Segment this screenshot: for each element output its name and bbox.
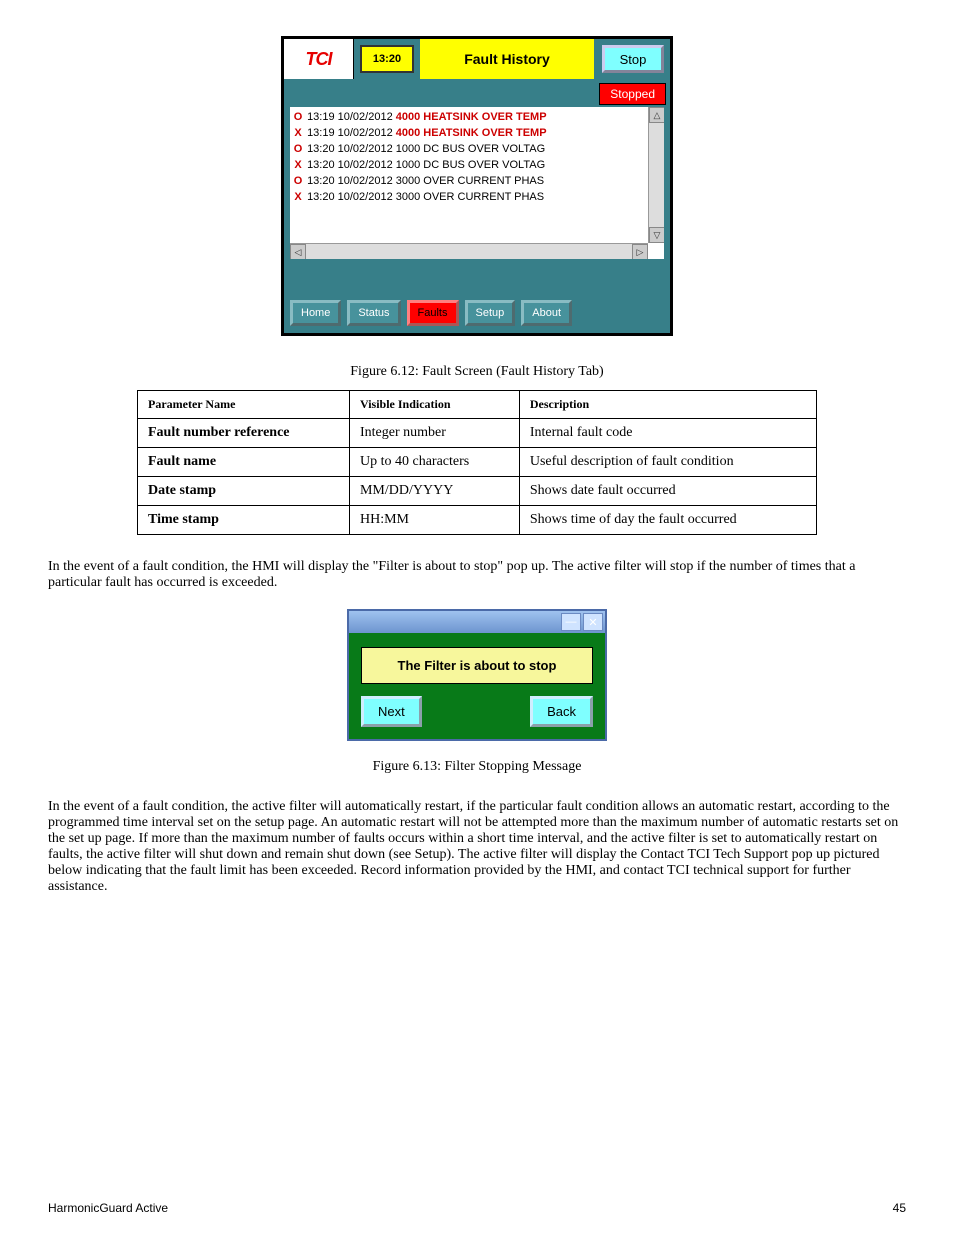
minimize-icon[interactable]: —: [561, 613, 581, 631]
popup-message: The Filter is about to stop: [361, 647, 593, 684]
table-cell: Useful description of fault condition: [519, 448, 816, 477]
fault-history-list: O 13:19 10/02/2012 4000 HEATSINK OVER TE…: [290, 107, 664, 259]
nav-home[interactable]: Home: [290, 300, 341, 326]
table-row: Fault nameUp to 40 charactersUseful desc…: [138, 448, 817, 477]
fault-message: 3000 OVER CURRENT PHAS: [396, 191, 544, 203]
fault-message: 1000 DC BUS OVER VOLTAG: [396, 159, 545, 171]
fault-history-panel: TCI 13:20 Fault History Stop Stopped O 1…: [281, 36, 673, 336]
table-row: Time stampHH:MMShows time of day the fau…: [138, 506, 817, 535]
paragraph-1: In the event of a fault condition, the H…: [48, 559, 906, 591]
fault-row: X 13:19 10/02/2012 4000 HEATSINK OVER TE…: [292, 125, 662, 141]
nav-about[interactable]: About: [521, 300, 572, 326]
scroll-up-icon[interactable]: △: [649, 107, 664, 123]
clock: 13:20: [360, 45, 414, 73]
next-button[interactable]: Next: [361, 696, 422, 727]
fault-timestamp: 13:19 10/02/2012: [307, 127, 393, 139]
filter-stop-popup: — ✕ The Filter is about to stop Next Bac…: [347, 609, 607, 741]
footer-left: HarmonicGuard Active: [48, 1201, 168, 1215]
table-header: Description: [519, 391, 816, 419]
table-cell: Shows date fault occurred: [519, 477, 816, 506]
nav-faults[interactable]: Faults: [407, 300, 459, 326]
fault-mark-icon: X: [292, 189, 304, 205]
fault-row: O 13:20 10/02/2012 3000 OVER CURRENT PHA…: [292, 173, 662, 189]
table-cell: Fault number reference: [138, 419, 350, 448]
fault-row: X 13:20 10/02/2012 3000 OVER CURRENT PHA…: [292, 189, 662, 205]
fault-mark-icon: O: [292, 109, 304, 125]
fault-message: 4000 HEATSINK OVER TEMP: [396, 127, 547, 139]
table-header: Parameter Name: [138, 391, 350, 419]
back-button[interactable]: Back: [530, 696, 593, 727]
table-cell: HH:MM: [349, 506, 519, 535]
footer-right: 45: [893, 1201, 906, 1215]
table-cell: Time stamp: [138, 506, 350, 535]
fault-timestamp: 13:20 10/02/2012: [307, 175, 393, 187]
fault-timestamp: 13:19 10/02/2012: [307, 111, 393, 123]
nav-status[interactable]: Status: [347, 300, 400, 326]
table-cell: Date stamp: [138, 477, 350, 506]
figure-caption-2: Figure 6.13: Filter Stopping Message: [48, 759, 906, 775]
status-badge: Stopped: [599, 83, 666, 105]
fault-timestamp: 13:20 10/02/2012: [307, 143, 393, 155]
fault-message: 3000 OVER CURRENT PHAS: [396, 175, 544, 187]
table-header: Visible Indication: [349, 391, 519, 419]
table-cell: Shows time of day the fault occurred: [519, 506, 816, 535]
table-cell: MM/DD/YYYY: [349, 477, 519, 506]
brand-logo: TCI: [284, 39, 354, 79]
scroll-down-icon[interactable]: ▽: [649, 227, 664, 243]
table-cell: Internal fault code: [519, 419, 816, 448]
table-cell: Fault name: [138, 448, 350, 477]
panel-title: Fault History: [420, 39, 594, 79]
fault-timestamp: 13:20 10/02/2012: [307, 159, 393, 171]
fault-row: X 13:20 10/02/2012 1000 DC BUS OVER VOLT…: [292, 157, 662, 173]
fault-row: O 13:20 10/02/2012 1000 DC BUS OVER VOLT…: [292, 141, 662, 157]
stop-button[interactable]: Stop: [602, 45, 664, 73]
fault-timestamp: 13:20 10/02/2012: [307, 191, 393, 203]
fault-message: 1000 DC BUS OVER VOLTAG: [396, 143, 545, 155]
table-row: Date stampMM/DD/YYYYShows date fault occ…: [138, 477, 817, 506]
table-cell: Integer number: [349, 419, 519, 448]
scroll-left-icon[interactable]: ◁: [290, 244, 306, 259]
table-cell: Up to 40 characters: [349, 448, 519, 477]
fault-parameters-table: Parameter NameVisible IndicationDescript…: [137, 390, 817, 535]
horizontal-scrollbar[interactable]: ◁ ▷: [290, 243, 648, 259]
nav-setup[interactable]: Setup: [465, 300, 516, 326]
scroll-right-icon[interactable]: ▷: [632, 244, 648, 259]
close-icon[interactable]: ✕: [583, 613, 603, 631]
fault-mark-icon: X: [292, 125, 304, 141]
fault-mark-icon: X: [292, 157, 304, 173]
paragraph-2: In the event of a fault condition, the a…: [48, 799, 906, 895]
fault-row: O 13:19 10/02/2012 4000 HEATSINK OVER TE…: [292, 109, 662, 125]
table-row: Fault number referenceInteger numberInte…: [138, 419, 817, 448]
fault-mark-icon: O: [292, 173, 304, 189]
figure-caption-1: Figure 6.12: Fault Screen (Fault History…: [48, 364, 906, 380]
fault-mark-icon: O: [292, 141, 304, 157]
vertical-scrollbar[interactable]: △ ▽: [648, 107, 664, 243]
popup-titlebar: — ✕: [349, 611, 605, 633]
fault-message: 4000 HEATSINK OVER TEMP: [396, 111, 547, 123]
